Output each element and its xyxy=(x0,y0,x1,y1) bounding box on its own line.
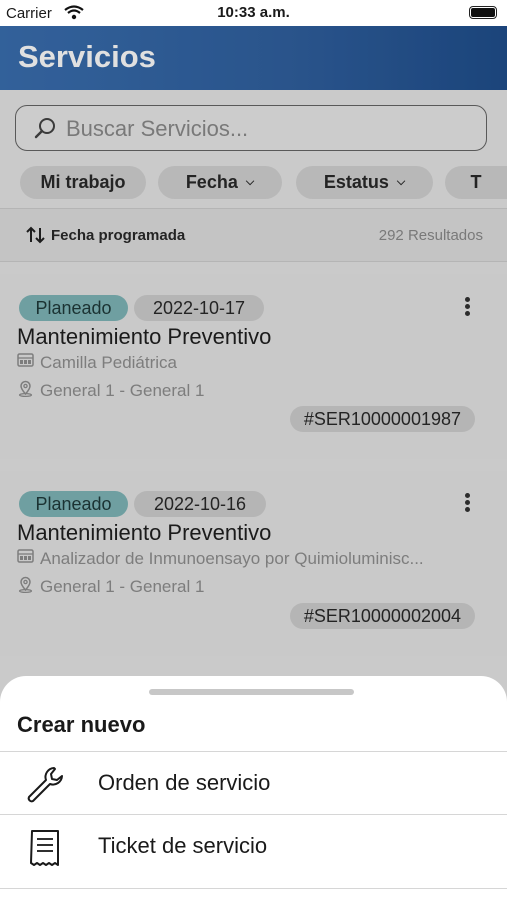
location-row: General 1 - General 1 xyxy=(17,380,204,402)
sheet-drag-handle[interactable] xyxy=(149,689,354,695)
search-icon xyxy=(34,117,56,144)
location-label: General 1 - General 1 xyxy=(40,577,205,596)
wrench-icon xyxy=(24,764,68,809)
option-ticket-de-servicio[interactable]: Ticket de servicio xyxy=(0,814,507,877)
page-title: Servicios xyxy=(18,39,156,74)
date-badge: 2022-10-17 xyxy=(134,295,264,321)
date-badge: 2022-10-16 xyxy=(134,491,266,517)
location-row: General 1 - General 1 xyxy=(17,576,204,598)
filter-chips: Mi trabajo Fecha ⌵ Estatus ⌵ T xyxy=(0,166,507,200)
service-code-tag: #SER10000001987 xyxy=(289,406,475,432)
status-badge: Planeado xyxy=(19,491,128,517)
location-label: General 1 - General 1 xyxy=(40,381,205,400)
status-bar: Carrier 10:33 a.m. xyxy=(0,0,507,26)
more-options-icon[interactable] xyxy=(462,493,472,514)
sort-label[interactable]: Fecha programada xyxy=(51,227,185,244)
status-badge: Planeado xyxy=(19,295,128,321)
filter-label: Fecha xyxy=(185,172,238,192)
filter-chip-mi-trabajo[interactable]: Mi trabajo xyxy=(20,166,146,199)
create-new-sheet: Crear nuevo Orden de servicio Ticket de … xyxy=(0,676,507,900)
chevron-down-icon: ⌵ xyxy=(245,176,255,188)
sort-bar: Fecha programada 292 Resultados xyxy=(0,208,507,262)
search-bar[interactable] xyxy=(15,105,487,151)
filter-chip-t[interactable]: T xyxy=(445,166,507,199)
equipment-label: Camilla Pediátrica xyxy=(40,352,177,372)
service-code-tag: #SER10000002004 xyxy=(289,603,475,629)
filter-label: Mi trabajo xyxy=(40,172,126,192)
battery-icon xyxy=(469,6,497,19)
equipment-icon xyxy=(17,352,34,373)
option-label: Orden de servicio xyxy=(98,770,271,795)
option-label: Ticket de servicio xyxy=(98,833,268,858)
equipment-icon xyxy=(17,548,34,569)
filter-label: T xyxy=(470,172,482,192)
filter-chip-estatus[interactable]: Estatus ⌵ xyxy=(296,166,433,199)
divider xyxy=(0,888,507,889)
equipment-row: Camilla Pediátrica xyxy=(17,352,177,373)
chevron-down-icon: ⌵ xyxy=(396,176,406,188)
service-card[interactable]: Planeado 2022-10-17 Mantenimiento Preven… xyxy=(0,274,507,459)
nav-header: Servicios xyxy=(0,26,507,90)
option-orden-de-servicio[interactable]: Orden de servicio xyxy=(0,751,507,814)
service-card[interactable]: Planeado 2022-10-16 Mantenimiento Preven… xyxy=(0,471,507,656)
more-options-icon[interactable] xyxy=(462,297,472,318)
service-name: Mantenimiento Preventivo xyxy=(17,520,272,545)
receipt-icon xyxy=(24,827,68,876)
service-name: Mantenimiento Preventivo xyxy=(17,324,272,349)
filter-chip-fecha[interactable]: Fecha ⌵ xyxy=(158,166,282,199)
equipment-label: Analizador de Inmunoensayo por Quimiolum… xyxy=(40,548,424,568)
results-count: 292 Resultados xyxy=(378,227,483,244)
filter-label: Estatus xyxy=(323,172,389,192)
location-pin-icon xyxy=(17,576,34,598)
sheet-title: Crear nuevo xyxy=(17,712,146,737)
sort-icon[interactable] xyxy=(25,226,47,249)
search-input[interactable] xyxy=(64,115,468,143)
clock: 10:33 a.m. xyxy=(217,4,290,21)
equipment-row: Analizador de Inmunoensayo por Quimiolum… xyxy=(17,548,424,569)
location-pin-icon xyxy=(17,380,34,402)
